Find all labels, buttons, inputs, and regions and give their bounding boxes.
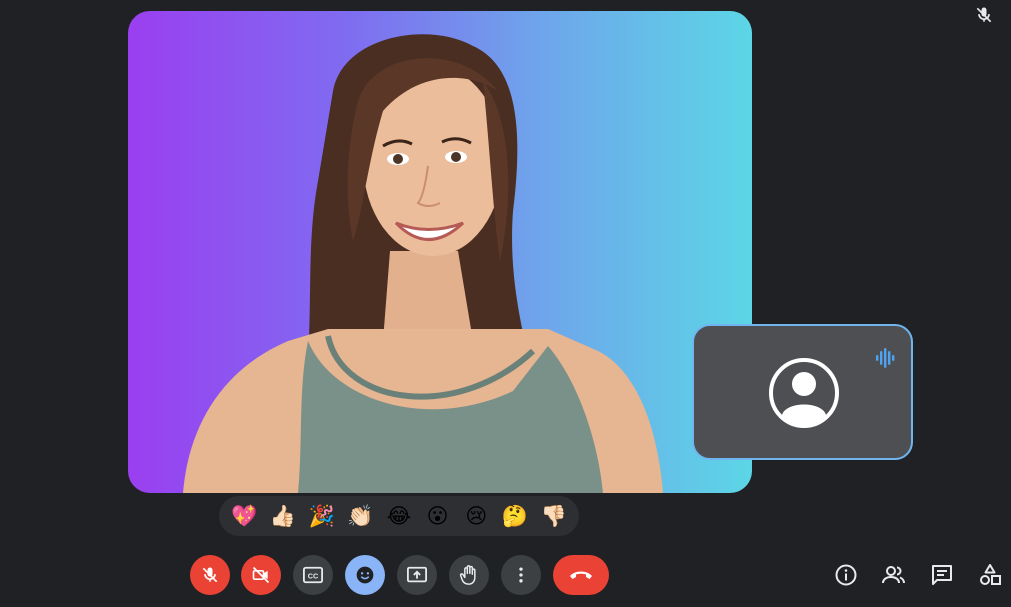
shapes-icon — [980, 564, 1001, 585]
leave-call-button[interactable] — [553, 555, 609, 595]
chat-icon — [932, 565, 952, 585]
participant-video — [183, 34, 663, 493]
meeting-stage: 💖 👍🏻 🎉 👏🏻 😂 😮 😢 🤔 👎🏻 CC — [0, 0, 1011, 607]
hand-icon — [459, 565, 476, 585]
svg-text:CC: CC — [308, 572, 319, 581]
camera-toggle-button[interactable] — [241, 555, 281, 595]
emoji-icon — [356, 566, 374, 584]
meeting-details-button[interactable] — [833, 562, 859, 588]
audio-waveform-icon — [874, 346, 898, 370]
reaction-sparkling-heart[interactable]: 💖 — [228, 500, 260, 532]
reactions-bar: 💖 👍🏻 🎉 👏🏻 😂 😮 😢 🤔 👎🏻 — [219, 496, 579, 536]
mic-toggle-button[interactable] — [190, 555, 230, 595]
closed-caption-icon: CC — [303, 566, 323, 584]
reaction-clapping-hands[interactable]: 👏🏻 — [344, 500, 376, 532]
reaction-crying[interactable]: 😢 — [460, 500, 492, 532]
call-end-icon — [570, 571, 592, 579]
more-vert-icon — [519, 567, 523, 583]
present-screen-icon — [407, 566, 427, 583]
activities-button[interactable] — [977, 562, 1003, 588]
reaction-party-popper[interactable]: 🎉 — [306, 500, 338, 532]
reaction-thumbs-up[interactable]: 👍🏻 — [267, 500, 299, 532]
reaction-thinking[interactable]: 🤔 — [499, 500, 531, 532]
people-button[interactable] — [881, 562, 907, 588]
reaction-surprised[interactable]: 😮 — [422, 500, 454, 532]
present-button[interactable] — [397, 555, 437, 595]
reactions-button[interactable] — [345, 555, 385, 595]
reaction-thumbs-down[interactable]: 👎🏻 — [538, 500, 570, 532]
reaction-tears-of-joy[interactable]: 😂 — [383, 500, 415, 532]
mic-off-icon — [202, 567, 218, 583]
mic-muted-indicator-icon — [974, 5, 994, 25]
self-view-tile[interactable] — [692, 324, 913, 460]
videocam-off-icon — [252, 566, 270, 584]
account-circle-icon — [768, 357, 840, 429]
raise-hand-button[interactable] — [449, 555, 489, 595]
chat-button[interactable] — [929, 562, 955, 588]
more-options-button[interactable] — [501, 555, 541, 595]
people-icon — [882, 566, 905, 584]
captions-button[interactable]: CC — [293, 555, 333, 595]
main-video-tile[interactable] — [128, 11, 752, 493]
info-icon — [835, 564, 857, 586]
